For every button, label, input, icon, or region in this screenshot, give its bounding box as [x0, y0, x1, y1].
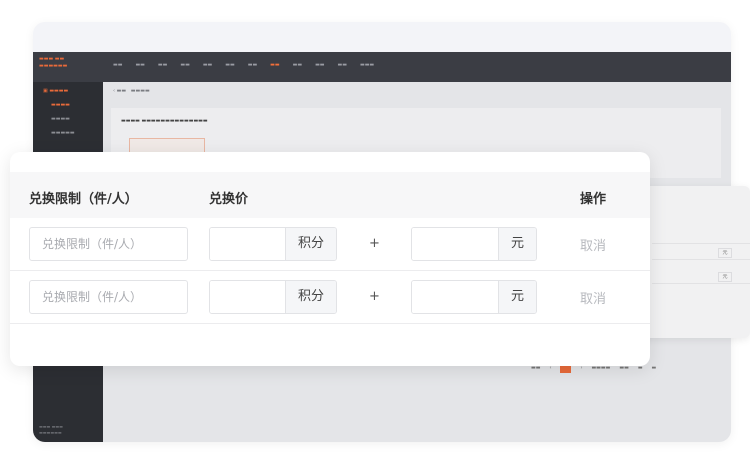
header-price: 兑换价 [209, 192, 249, 207]
points-input-group: 积分 [209, 280, 337, 314]
background-card-label: ▬▬▬▬ ▬▬▬▬▬▬▬▬▬▬▬▬▬▬ [121, 118, 208, 124]
background-sidebar-item: ▬▬▬▬ [51, 116, 70, 122]
cash-unit-addon: 元 [498, 228, 536, 260]
background-panel-row: 元 [652, 270, 750, 284]
background-sidebar-footer: ▬▬▬ ▬▬▬ ▬▬▬▬▬▬ [39, 424, 63, 435]
cash-input-group: 元 [411, 280, 537, 314]
limit-input[interactable] [29, 280, 188, 314]
background-sidebar-item: ▬▬▬▬▬ [51, 130, 75, 136]
background-sidebar-item: ▬▬▬▬ [51, 102, 70, 108]
cash-input[interactable] [412, 228, 498, 260]
header-limit: 兑换限制（件/人） [29, 192, 138, 207]
table-header: 兑换限制（件/人） 兑换价 操作 [10, 172, 650, 218]
cash-input[interactable] [412, 281, 498, 313]
plus-sign: + [369, 289, 380, 304]
background-sidebar-title: ▣ ▬▬▬▬ [43, 88, 69, 94]
background-nav-items: ▬▬ ▬▬ ▬▬ ▬▬ ▬▬ ▬▬ ▬▬ ▬▬ ▬▬ ▬▬ ▬▬ ▬▬▬ [113, 62, 375, 68]
background-breadcrumb: ‹ ▬▬ ▬▬▬▬ [113, 88, 150, 94]
cancel-button[interactable]: 取消 [580, 288, 606, 307]
points-input[interactable] [210, 281, 285, 313]
table-row: 积分 + 元 取消 [10, 218, 650, 271]
background-panel-row: 元 [652, 246, 750, 260]
header-action: 操作 [580, 192, 607, 207]
limit-input[interactable] [29, 227, 188, 261]
table-row: 积分 + 元 取消 [10, 271, 650, 324]
background-logo: ▬▬▬ ▬▬ ▬▬▬▬▬▬ [39, 56, 68, 69]
cancel-button[interactable]: 取消 [580, 235, 606, 254]
background-panel-row [652, 230, 750, 244]
cash-input-group: 元 [411, 227, 537, 261]
points-input[interactable] [210, 228, 285, 260]
background-panel-cell: 元 [718, 272, 732, 282]
cash-unit-addon: 元 [498, 281, 536, 313]
points-unit-addon: 积分 [285, 281, 336, 313]
exchange-rules-card: 兑换限制（件/人） 兑换价 操作 积分 + 元 取消 积分 + 元 取消 [10, 152, 650, 366]
points-unit-addon: 积分 [285, 228, 336, 260]
background-panel-cell: 元 [718, 248, 732, 258]
background-top-nav: ▬▬▬ ▬▬ ▬▬▬▬▬▬ ▬▬ ▬▬ ▬▬ ▬▬ ▬▬ ▬▬ ▬▬ ▬▬ ▬▬ ▬▬ ▬▬ ▬▬▬ [33, 52, 731, 82]
points-input-group: 积分 [209, 227, 337, 261]
plus-sign: + [369, 236, 380, 251]
